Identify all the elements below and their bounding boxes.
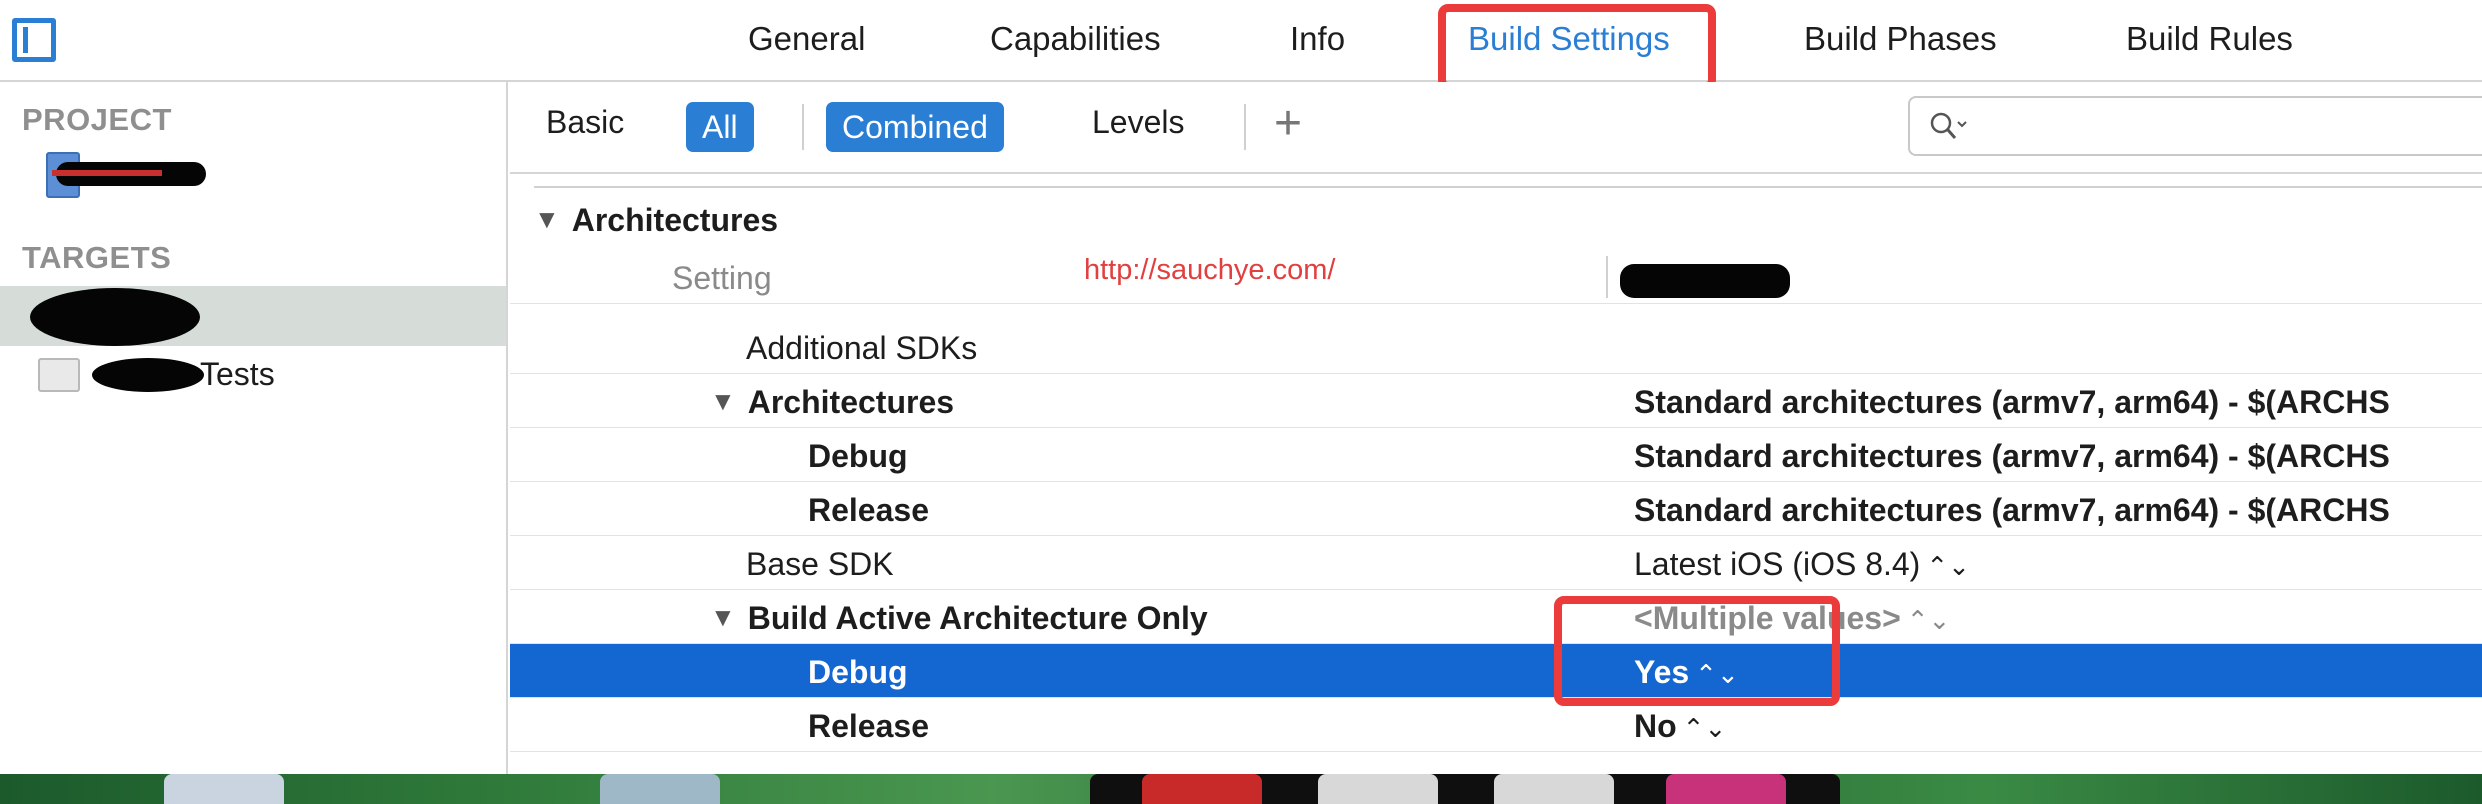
project-navigator-sidebar: PROJECT TARGETS Tests (0, 82, 508, 774)
tab-build-settings[interactable]: Build Settings (1468, 20, 1670, 58)
tab-general[interactable]: General (748, 20, 865, 58)
build-settings-editor: Basic All Combined Levels + ▼ Architectur… (510, 82, 2482, 774)
setting-value[interactable]: Standard architectures (armv7, arm64) - … (1634, 492, 2390, 529)
table-row[interactable]: Additional SDKs (510, 320, 2482, 374)
watermark-url: http://sauchye.com/ (1084, 254, 1336, 286)
column-divider (1606, 256, 1608, 298)
xcode-window: General Capabilities Info Build Settings… (0, 0, 2482, 774)
add-setting-button[interactable]: + (1274, 96, 1302, 151)
setting-name: Debug (808, 654, 908, 690)
table-row[interactable]: ▼ Build Active Architecture Only <Multipl… (510, 590, 2482, 644)
redaction-stroke (52, 170, 162, 176)
setting-name: Release (808, 492, 929, 528)
setting-name: Release (808, 708, 929, 744)
column-header-setting: Setting (672, 260, 772, 296)
filter-separator (802, 104, 804, 150)
table-row[interactable]: Debug Standard architectures (armv7, arm… (510, 428, 2482, 482)
sidebar-toggle-icon[interactable] (12, 18, 56, 62)
redacted-target-name (30, 288, 200, 346)
tab-build-rules[interactable]: Build Rules (2126, 20, 2293, 58)
table-row[interactable]: Release Standard architectures (armv7, a… (510, 482, 2482, 536)
dock-item[interactable] (600, 774, 720, 804)
setting-value-popup[interactable]: No ⌃⌄ (1634, 708, 1726, 745)
setting-value: Latest iOS (iOS 8.4) (1634, 546, 1921, 582)
table-top-divider (534, 186, 2482, 188)
setting-name: Build Active Architecture Only (747, 600, 1208, 636)
filter-separator-2 (1244, 104, 1246, 150)
targets-section-header: TARGETS (22, 240, 172, 275)
disclosure-triangle-icon[interactable]: ▼ (534, 204, 560, 235)
setting-name: Architectures (747, 384, 955, 420)
editor-tab-bar: General Capabilities Info Build Settings… (0, 0, 2482, 90)
setting-value[interactable]: Standard architectures (armv7, arm64) - … (1634, 384, 2390, 421)
disclosure-triangle-icon[interactable]: ▼ (710, 386, 736, 417)
table-row[interactable]: Release No ⌃⌄ (510, 698, 2482, 752)
dock-app-icon[interactable] (1666, 774, 1786, 804)
setting-value: No (1634, 708, 1677, 744)
setting-name: Base SDK (746, 546, 894, 582)
dock-app-icon[interactable] (1494, 774, 1614, 804)
stepper-icon: ⌃⌄ (1906, 605, 1951, 635)
filter-all-button[interactable]: All (686, 102, 754, 152)
settings-search-input[interactable] (1908, 96, 2482, 156)
dock-item[interactable] (164, 774, 284, 804)
setting-value-popup[interactable]: Latest iOS (iOS 8.4) ⌃⌄ (1634, 546, 1970, 583)
stepper-icon: ⌃⌄ (1695, 659, 1739, 689)
dock-app-icon[interactable] (1318, 774, 1438, 804)
stepper-icon: ⌃⌄ (1926, 551, 1970, 581)
tab-info[interactable]: Info (1290, 20, 1345, 58)
dock-app-icon[interactable] (1142, 774, 1262, 804)
setting-value-popup[interactable]: <Multiple values> ⌃⌄ (1634, 600, 1950, 637)
architectures-section-header[interactable]: ▼ Architectures (534, 202, 778, 239)
setting-name: Debug (808, 438, 908, 474)
project-section-header: PROJECT (22, 102, 172, 137)
table-row[interactable]: Base SDK Latest iOS (iOS 8.4) ⌃⌄ (510, 536, 2482, 590)
redacted-target-column-header (1620, 264, 1790, 298)
table-row[interactable]: ▼ Architectures Standard architectures (a… (510, 374, 2482, 428)
redacted-test-target-name (92, 358, 204, 392)
table-row-selected[interactable]: Debug Yes ⌃⌄ (510, 644, 2482, 698)
disclosure-triangle-icon[interactable]: ▼ (710, 602, 736, 633)
section-title: Architectures (571, 202, 779, 238)
tab-capabilities[interactable]: Capabilities (990, 20, 1161, 58)
search-icon (1930, 112, 1967, 139)
tab-build-phases[interactable]: Build Phases (1804, 20, 1997, 58)
view-combined-button[interactable]: Combined (826, 102, 1004, 152)
build-settings-filter-bar: Basic All Combined Levels + (510, 82, 2482, 174)
setting-value-popup[interactable]: Yes ⌃⌄ (1634, 654, 1739, 691)
setting-value: Yes (1634, 654, 1690, 690)
table-header-row: Setting (510, 250, 2482, 304)
setting-value[interactable]: Standard architectures (armv7, arm64) - … (1634, 438, 2390, 475)
sidebar-item-tests-label[interactable]: Tests (200, 356, 275, 393)
view-levels-button[interactable]: Levels (1092, 104, 1185, 141)
stepper-icon: ⌃⌄ (1682, 713, 1727, 743)
setting-name: Additional SDKs (746, 330, 978, 366)
filter-basic-button[interactable]: Basic (546, 104, 624, 141)
folder-icon (38, 358, 80, 392)
setting-value: <Multiple values> (1634, 600, 1901, 636)
